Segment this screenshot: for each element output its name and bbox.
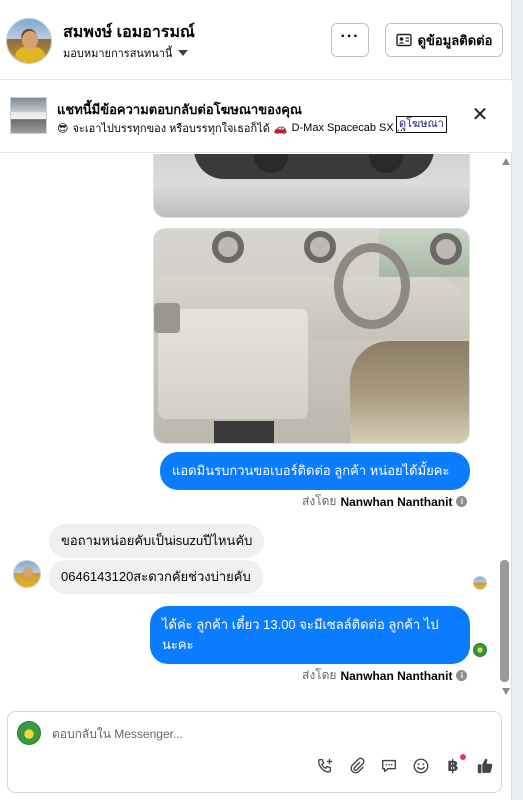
message-photo[interactable] xyxy=(153,154,470,218)
contact-avatar-small xyxy=(13,560,41,588)
contact-card-icon xyxy=(395,33,412,47)
contact-avatar[interactable] xyxy=(6,18,52,64)
info-icon[interactable]: i xyxy=(456,670,468,681)
ad-thumbnail[interactable] xyxy=(10,97,47,134)
banner-subtitle: 😎 จะเอาไปบรรทุกของ หรือบรรทุกใจเธอก็ได้ … xyxy=(57,119,406,137)
view-contact-info-button[interactable]: ดูข้อมูลติดต่อ xyxy=(385,23,503,57)
outgoing-message[interactable]: ได้ค่ะ ลูกค้า เดี๋ยว 13.00 จะมีเซลล์ติดต… xyxy=(150,606,470,664)
contact-name[interactable]: สมพงษ์ เอมอารมณ์ xyxy=(63,20,195,45)
assign-label: มอบหมายการสนทนานี้ xyxy=(63,48,173,60)
sunglasses-emoji-icon: 😎 xyxy=(57,122,69,135)
view-contact-info-label: ดูข้อมูลติดต่อ xyxy=(417,32,493,48)
view-ad-link[interactable]: ดูโฆษณา xyxy=(396,116,447,133)
scroll-up-icon[interactable] xyxy=(502,158,510,165)
scroll-down-icon[interactable] xyxy=(502,688,510,695)
page-background-strip xyxy=(513,0,523,800)
conversation-panel: สมพงษ์ เอมอารมณ์ มอบหมายการสนทนานี้ ··· … xyxy=(0,0,512,800)
ad-caption: จะเอาไปบรรทุกของ หรือบรรทุกใจเธอก็ได้ xyxy=(72,123,270,135)
message-scrollbar[interactable] xyxy=(500,154,512,700)
chat-bubble-icon[interactable] xyxy=(373,754,405,778)
page-seen-avatar xyxy=(473,643,487,657)
info-icon[interactable]: i xyxy=(456,496,468,507)
reply-input[interactable] xyxy=(52,724,472,744)
attach-icon[interactable] xyxy=(341,754,373,778)
banner-title: แชทนี้มีข้อความตอบกลับต่อโฆษณาของคุณ xyxy=(57,102,302,117)
ad-reply-banner: แชทนี้มีข้อความตอบกลับต่อโฆษณาของคุณ 😎 จ… xyxy=(0,81,512,153)
chevron-down-icon xyxy=(178,50,189,56)
conversation-header: สมพงษ์ เอมอารมณ์ มอบหมายการสนทนานี้ ··· … xyxy=(0,0,512,80)
close-icon[interactable]: ✕ xyxy=(470,105,490,125)
sender-name: Nanwhan Nanthanit xyxy=(340,494,453,509)
car-emoji-icon: 🚗 xyxy=(273,122,288,135)
ad-name: D-Max Spacecab SX ... xyxy=(291,122,406,134)
scrollbar-thumb[interactable] xyxy=(500,560,509,682)
emoji-icon[interactable] xyxy=(405,754,437,778)
assign-conversation-dropdown[interactable]: มอบหมายการสนทนานี้ xyxy=(63,44,189,62)
sent-by-label: ส่งโดย Nanwhan Nanthanit i xyxy=(302,492,468,511)
seen-avatar xyxy=(473,576,487,590)
baht-icon[interactable]: ฿ xyxy=(437,754,469,778)
more-options-button[interactable]: ··· xyxy=(331,23,369,57)
call-add-icon[interactable] xyxy=(309,754,341,778)
outgoing-message[interactable]: แอดมินรบกวนขอเบอร์ติดต่อ ลูกค้า หน่อยได้… xyxy=(160,452,470,490)
more-dots-icon: ··· xyxy=(340,28,360,45)
incoming-message[interactable]: 0646143120สะดวกคัยช่วงบ่ายคับ xyxy=(49,560,263,594)
sent-by-label: ส่งโดย Nanwhan Nanthanit i xyxy=(302,666,468,685)
composer-toolbar: ฿ xyxy=(309,754,501,778)
message-photo[interactable] xyxy=(153,228,470,444)
notification-dot xyxy=(460,754,466,760)
incoming-message[interactable]: ขอถามหน่อยคับเป็นisuzuปีไหนคับ xyxy=(49,524,265,558)
reply-composer: ฿ xyxy=(7,711,502,793)
page-avatar xyxy=(17,721,41,745)
sender-name: Nanwhan Nanthanit xyxy=(340,668,453,683)
thumbs-up-icon[interactable] xyxy=(469,754,501,778)
message-list: แอดมินรบกวนขอเบอร์ติดต่อ ลูกค้า หน่อยได้… xyxy=(0,154,512,704)
